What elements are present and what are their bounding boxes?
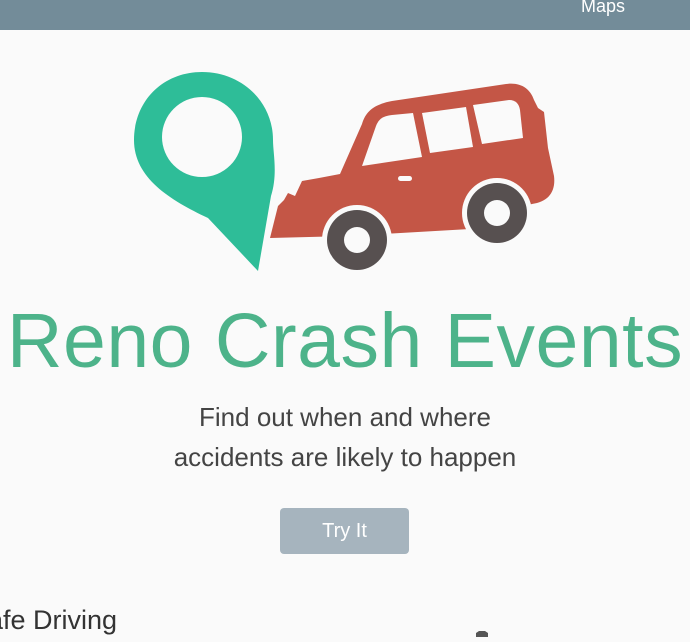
hero-subtitle: Find out when and where accidents are li… [95, 397, 595, 477]
hero-title: Reno Crash Events [6, 298, 684, 384]
partial-icon [474, 624, 490, 637]
section-heading-safe-driving: afe Driving [0, 605, 118, 635]
crash-logo [130, 68, 560, 283]
try-it-button[interactable]: Try It [280, 508, 409, 554]
hero-subtitle-line-1: Find out when and where [199, 402, 491, 432]
top-navbar: Maps [0, 0, 690, 30]
car-icon [270, 83, 555, 275]
map-pin-icon [134, 72, 275, 271]
hero-subtitle-line-2: accidents are likely to happen [173, 442, 517, 472]
nav-link-maps[interactable]: Maps [581, 0, 625, 18]
